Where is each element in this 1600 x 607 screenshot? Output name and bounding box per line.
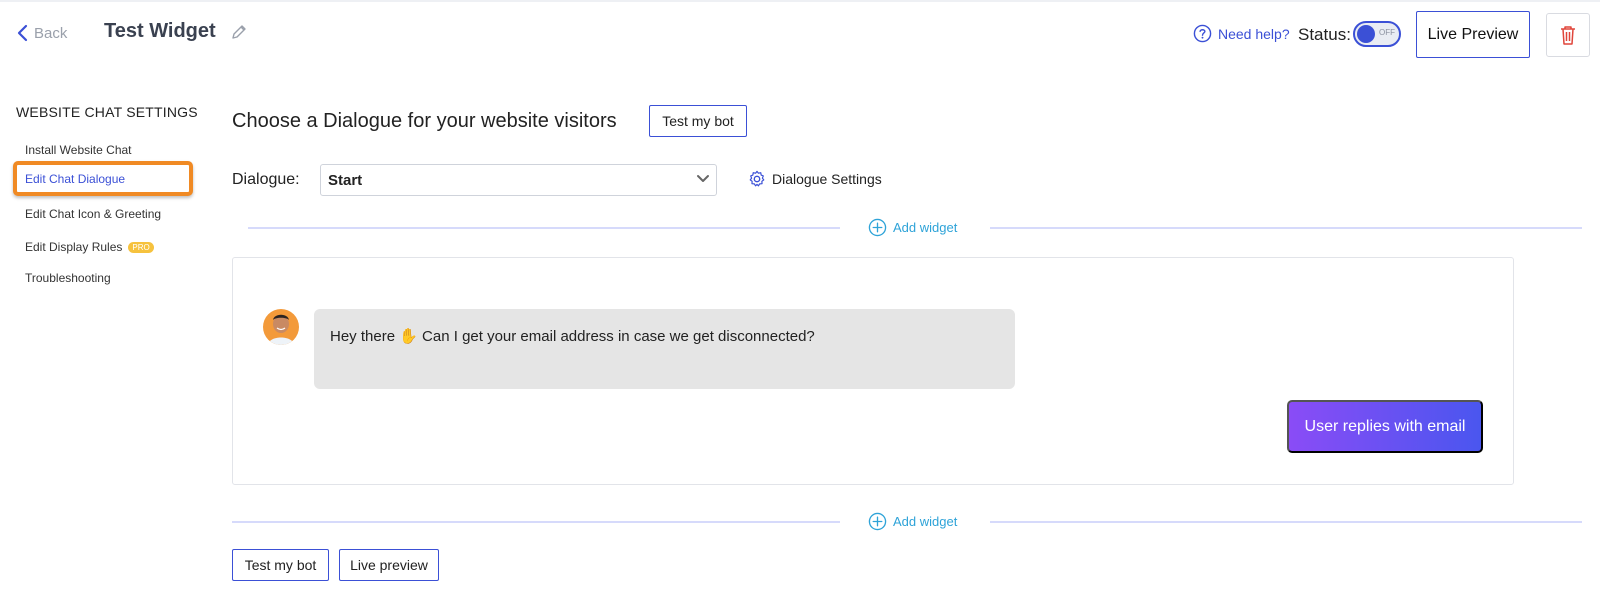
- add-widget-label: Add widget: [893, 220, 958, 235]
- add-widget-button[interactable]: Add widget: [868, 218, 957, 237]
- sidebar-item-troubleshooting[interactable]: Troubleshooting: [25, 271, 111, 285]
- toggle-knob: [1357, 25, 1375, 43]
- sidebar-item-edit-chat-icon-greeting[interactable]: Edit Chat Icon & Greeting: [25, 207, 161, 221]
- bot-message-bubble[interactable]: Hey there ✋ Can I get your email address…: [314, 309, 1015, 389]
- chevron-left-icon: [17, 24, 28, 42]
- title-area: Test Widget: [104, 20, 248, 43]
- sidebar-item-label: Install Website Chat: [25, 143, 132, 157]
- trash-icon: [1561, 26, 1575, 45]
- need-help-label: Need help?: [1218, 25, 1290, 42]
- agent-avatar: [263, 309, 299, 345]
- bot-message-text: Hey there ✋ Can I get your email address…: [330, 328, 815, 345]
- dialogue-settings-link[interactable]: Dialogue Settings: [748, 170, 882, 188]
- sidebar-item-label: Edit Display Rules: [25, 240, 123, 254]
- divider-right: [990, 227, 1582, 229]
- pro-badge: PRO: [128, 241, 154, 253]
- dialogue-settings-label: Dialogue Settings: [772, 171, 882, 187]
- footer-test-my-bot-button[interactable]: Test my bot: [232, 549, 329, 581]
- add-widget-button-bottom[interactable]: Add widget: [868, 512, 957, 531]
- pencil-icon[interactable]: [230, 23, 248, 41]
- sidebar-item-label: Edit Chat Icon & Greeting: [25, 207, 162, 221]
- add-widget-label: Add widget: [893, 514, 958, 529]
- top-border: [0, 0, 1600, 2]
- dialogue-select[interactable]: Start: [320, 164, 717, 196]
- main-heading: Choose a Dialogue for your website visit…: [232, 110, 617, 132]
- divider-right-bottom: [990, 521, 1582, 523]
- live-preview-button[interactable]: Live Preview: [1416, 11, 1530, 58]
- chevron-down-icon: [697, 175, 709, 182]
- plus-circle-icon: [868, 512, 887, 531]
- test-my-bot-button[interactable]: Test my bot: [649, 105, 747, 137]
- sidebar-item-edit-display-rules[interactable]: Edit Display Rules PRO: [25, 240, 154, 254]
- sidebar-heading: WEBSITE CHAT SETTINGS: [16, 104, 198, 120]
- need-help-link[interactable]: Need help?: [1193, 24, 1290, 43]
- question-circle-icon: [1193, 24, 1212, 43]
- divider-left-bottom: [232, 521, 840, 523]
- gear-icon: [749, 170, 765, 187]
- delete-button[interactable]: [1546, 13, 1590, 57]
- footer-live-preview-button[interactable]: Live preview: [339, 549, 439, 581]
- status-toggle[interactable]: OFF: [1353, 21, 1401, 47]
- avatar-image: [263, 309, 299, 345]
- divider-left: [248, 227, 840, 229]
- user-reply-button[interactable]: User replies with email: [1287, 400, 1483, 453]
- sidebar-item-install-website-chat[interactable]: Install Website Chat: [25, 143, 132, 157]
- dialogue-label: Dialogue:: [232, 171, 300, 188]
- dialogue-select-value: Start: [328, 171, 363, 189]
- toggle-text: OFF: [1379, 28, 1395, 37]
- sidebar-item-label: Troubleshooting: [25, 271, 111, 285]
- status-label: Status:: [1298, 25, 1351, 44]
- sidebar-item-edit-chat-dialogue[interactable]: Edit Chat Dialogue: [13, 161, 193, 196]
- back-label: Back: [34, 24, 68, 42]
- back-link[interactable]: Back: [16, 24, 67, 42]
- sidebar-item-label: Edit Chat Dialogue: [25, 171, 126, 186]
- page-title: Test Widget: [104, 20, 216, 42]
- plus-circle-icon: [868, 218, 887, 237]
